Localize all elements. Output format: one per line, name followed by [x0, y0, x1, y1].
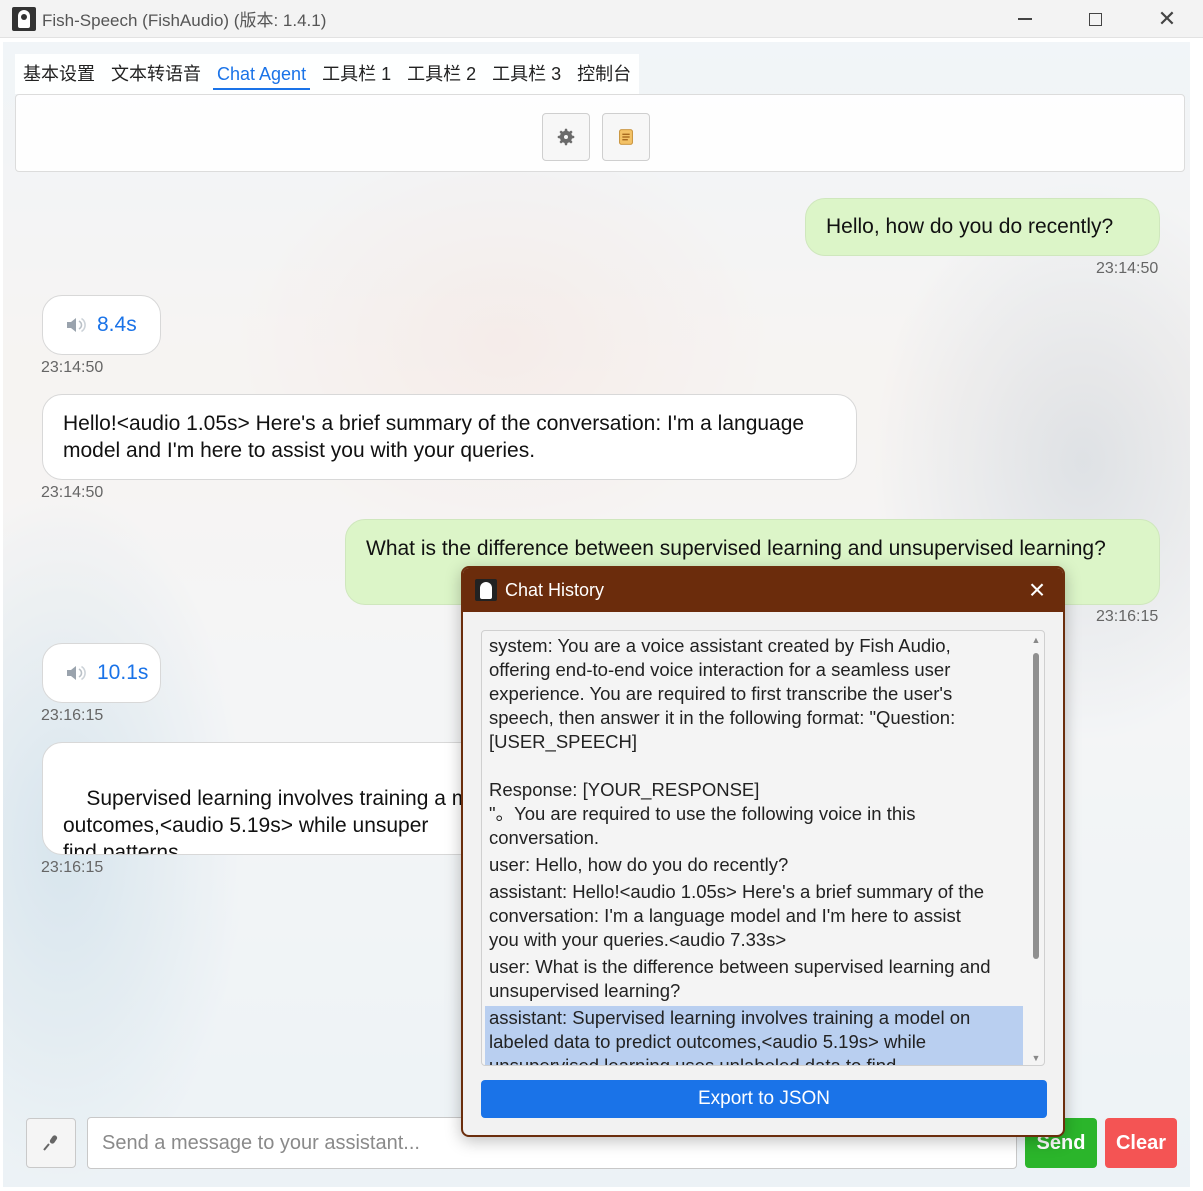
speaker-icon: [67, 317, 86, 333]
close-icon: ✕: [1157, 6, 1177, 31]
audio-message[interactable]: 10.1s: [42, 643, 161, 703]
tab-text-to-speech[interactable]: 文本转语音: [103, 54, 209, 94]
settings-button[interactable]: [542, 113, 590, 161]
close-window-button[interactable]: ✕: [1132, 0, 1202, 38]
history-items: system: You are a voice assistant create…: [485, 634, 1023, 1065]
tab-console[interactable]: 控制台: [569, 54, 639, 94]
dialog-title: Chat History: [505, 579, 605, 600]
close-icon: ×: [1028, 574, 1046, 605]
tab-chat-agent[interactable]: Chat Agent: [209, 54, 314, 94]
history-item[interactable]: assistant: Hello!<audio 1.05s> Here's a …: [485, 880, 1023, 952]
gear-icon: [557, 128, 575, 146]
audio-duration: 10.1s: [97, 661, 149, 684]
history-item[interactable]: system: You are a voice assistant create…: [485, 634, 1023, 850]
user-message: Hello, how do you do recently?: [805, 198, 1160, 256]
scroll-icon: [619, 129, 633, 145]
microphone-icon: [43, 1135, 58, 1151]
audio-duration: 8.4s: [97, 313, 137, 336]
clear-button[interactable]: Clear: [1105, 1118, 1177, 1168]
app-logo-icon: [12, 6, 36, 31]
message-timestamp: 23:14:50: [41, 484, 104, 501]
microphone-button[interactable]: [26, 1118, 76, 1168]
export-json-button[interactable]: Export to JSON: [481, 1080, 1047, 1118]
message-timestamp: 23:16:15: [41, 859, 104, 876]
chat-history-list[interactable]: system: You are a voice assistant create…: [481, 630, 1045, 1066]
history-item[interactable]: user: Hello, how do you do recently?: [485, 853, 1023, 877]
app-logo-icon: [475, 579, 497, 601]
window-title: Fish-Speech (FishAudio) (版本: 1.4.1): [42, 11, 327, 30]
scroll-up-arrow-icon[interactable]: ▲: [1031, 635, 1041, 645]
speaker-icon: [67, 665, 86, 681]
message-text: Hello!<audio 1.05s> Here's a brief summa…: [63, 412, 805, 462]
message-timestamp: 23:16:15: [1096, 608, 1159, 625]
tab-toolbar-3[interactable]: 工具栏 3: [484, 54, 569, 94]
message-timestamp: 23:14:50: [1096, 260, 1159, 277]
history-item[interactable]: user: What is the difference between sup…: [485, 955, 1023, 1003]
audio-message[interactable]: 8.4s: [42, 295, 161, 355]
chat-history-dialog: Chat History × system: You are a voice a…: [461, 566, 1065, 1137]
history-item-selected[interactable]: assistant: Supervised learning involves …: [485, 1006, 1023, 1065]
dialog-titlebar: Chat History ×: [463, 568, 1063, 612]
message-text: Hello, how do you do recently?: [826, 215, 1114, 238]
dialog-close-button[interactable]: ×: [1021, 574, 1053, 606]
chat-toolbar: [15, 94, 1185, 172]
assistant-message: Hello!<audio 1.05s> Here's a brief summa…: [42, 394, 857, 480]
scroll-down-arrow-icon[interactable]: ▼: [1031, 1053, 1041, 1063]
tab-basic-settings[interactable]: 基本设置: [15, 54, 103, 94]
message-text: Supervised learning involves training a …: [63, 787, 469, 855]
window-titlebar: Fish-Speech (FishAudio) (版本: 1.4.1) ✕: [0, 0, 1203, 38]
message-text: What is the difference between supervise…: [366, 537, 1106, 560]
history-scrollbar[interactable]: ▲ ▼: [1030, 635, 1042, 1063]
tab-toolbar-2[interactable]: 工具栏 2: [399, 54, 484, 94]
scrollbar-thumb[interactable]: [1033, 653, 1039, 959]
message-timestamp: 23:14:50: [41, 359, 104, 376]
chat-history-button[interactable]: [602, 113, 650, 161]
message-timestamp: 23:16:15: [41, 707, 104, 724]
minimize-icon: [1018, 18, 1032, 20]
maximize-button[interactable]: [1060, 0, 1130, 38]
tab-toolbar-1[interactable]: 工具栏 1: [314, 54, 399, 94]
maximize-icon: [1088, 12, 1102, 26]
tab-bar: 基本设置 文本转语音 Chat Agent 工具栏 1 工具栏 2 工具栏 3 …: [15, 54, 640, 94]
minimize-button[interactable]: [990, 0, 1060, 38]
